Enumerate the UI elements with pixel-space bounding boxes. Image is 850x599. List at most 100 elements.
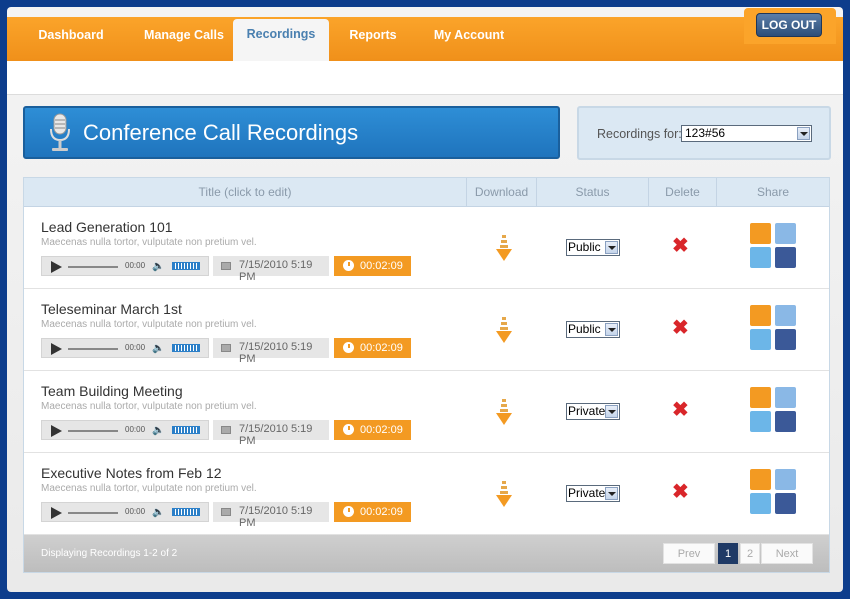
recording-description: Maecenas nulla tortor, vulputate non pre… [41,237,257,248]
status-select[interactable]: Private [566,485,620,502]
upload-icon[interactable] [775,305,796,326]
table-row: Team Building Meeting Maecenas nulla tor… [24,371,829,453]
duration-text: 00:02:09 [360,506,403,518]
prev-button[interactable]: Prev [663,543,715,564]
share-icons [750,223,798,269]
rss-icon[interactable] [750,387,771,408]
status-select[interactable]: Private [566,403,620,420]
status-value: Private [568,486,606,500]
page-button-1[interactable]: 1 [718,543,738,564]
volume-icon[interactable]: 🔈 [152,507,164,518]
status-select[interactable]: Public [566,321,620,338]
calendar-icon [221,344,231,352]
volume-slider[interactable] [172,344,200,352]
volume-icon[interactable]: 🔈 [152,343,164,354]
app-window: Dashboard Manage Calls Recordings Report… [7,7,843,592]
play-icon[interactable] [51,343,62,355]
status-select[interactable]: Public [566,239,620,256]
delete-icon[interactable]: ✖ [672,318,689,338]
tab-manage-calls[interactable]: Manage Calls [129,17,239,61]
play-icon[interactable] [51,261,62,273]
recording-title[interactable]: Executive Notes from Feb 12 [41,465,222,481]
delete-icon[interactable]: ✖ [672,400,689,420]
player-time: 00:00 [125,343,146,352]
recording-date: 7/15/2010 5:19 PM [213,256,329,283]
audio-player: 00:00 🔈 [41,256,209,276]
recordings-for-label: Recordings for: [597,127,682,141]
recordings-for-select[interactable]: 123#56 [681,125,812,142]
duration-text: 00:02:09 [360,342,403,354]
clock-icon [343,424,354,435]
duration-text: 00:02:09 [360,424,403,436]
audio-player: 00:00 🔈 [41,502,209,522]
delete-icon[interactable]: ✖ [672,236,689,256]
top-nav-bar: Dashboard Manage Calls Recordings Report… [7,17,843,61]
play-icon[interactable] [51,425,62,437]
share-icons [750,387,798,433]
download-icon[interactable] [494,234,514,262]
tab-my-account[interactable]: My Account [423,17,515,61]
chevron-down-icon [797,127,810,140]
recording-description: Maecenas nulla tortor, vulputate non pre… [41,483,257,494]
rss-icon[interactable] [750,469,771,490]
twitter-icon[interactable] [750,247,771,268]
table-header: Title (click to edit) Download Status De… [24,178,829,207]
date-text: 7/15/2010 5:19 PM [239,505,313,529]
facebook-icon[interactable] [775,411,796,432]
seek-bar[interactable] [68,512,118,514]
volume-slider[interactable] [172,426,200,434]
player-time: 00:00 [125,425,146,434]
twitter-icon[interactable] [750,329,771,350]
logout-area: LOG OUT [744,8,836,44]
clock-icon [343,506,354,517]
upload-icon[interactable] [775,469,796,490]
play-icon[interactable] [51,507,62,519]
twitter-icon[interactable] [750,411,771,432]
facebook-icon[interactable] [775,329,796,350]
table-row: Lead Generation 101 Maecenas nulla torto… [24,207,829,289]
table-footer: Displaying Recordings 1-2 of 2 Prev 1 2 … [24,535,829,572]
column-title[interactable]: Title (click to edit) [24,178,467,207]
facebook-icon[interactable] [775,247,796,268]
download-icon[interactable] [494,398,514,426]
volume-slider[interactable] [172,262,200,270]
recording-duration: 00:02:09 [334,256,411,276]
seek-bar[interactable] [68,266,118,268]
date-text: 7/15/2010 5:19 PM [239,341,313,365]
upload-icon[interactable] [775,223,796,244]
recording-title[interactable]: Team Building Meeting [41,383,183,399]
seek-bar[interactable] [68,430,118,432]
delete-icon[interactable]: ✖ [672,482,689,502]
page-title-banner: Conference Call Recordings [23,106,560,159]
facebook-icon[interactable] [775,493,796,514]
pagination-info: Displaying Recordings 1-2 of 2 [41,548,178,559]
chevron-down-icon [605,405,618,418]
tab-reports[interactable]: Reports [335,17,411,61]
page-button-2[interactable]: 2 [740,543,760,564]
download-icon[interactable] [494,480,514,508]
volume-icon[interactable]: 🔈 [152,261,164,272]
volume-slider[interactable] [172,508,200,516]
tab-recordings[interactable]: Recordings [233,19,329,61]
clock-icon [343,342,354,353]
next-button[interactable]: Next [761,543,813,564]
rss-icon[interactable] [750,305,771,326]
recording-title[interactable]: Teleseminar March 1st [41,301,182,317]
recording-title[interactable]: Lead Generation 101 [41,219,173,235]
chevron-down-icon [605,487,618,500]
tab-dashboard[interactable]: Dashboard [21,17,121,61]
share-icons [750,469,798,515]
recording-duration: 00:02:09 [334,338,411,358]
logout-button[interactable]: LOG OUT [756,13,822,37]
seek-bar[interactable] [68,348,118,350]
rss-icon[interactable] [750,223,771,244]
twitter-icon[interactable] [750,493,771,514]
upload-icon[interactable] [775,387,796,408]
table-row: Executive Notes from Feb 12 Maecenas nul… [24,453,829,535]
subnav-strip [7,61,843,95]
volume-icon[interactable]: 🔈 [152,425,164,436]
download-icon[interactable] [494,316,514,344]
column-download: Download [467,178,537,207]
calendar-icon [221,262,231,270]
recording-date: 7/15/2010 5:19 PM [213,420,329,447]
